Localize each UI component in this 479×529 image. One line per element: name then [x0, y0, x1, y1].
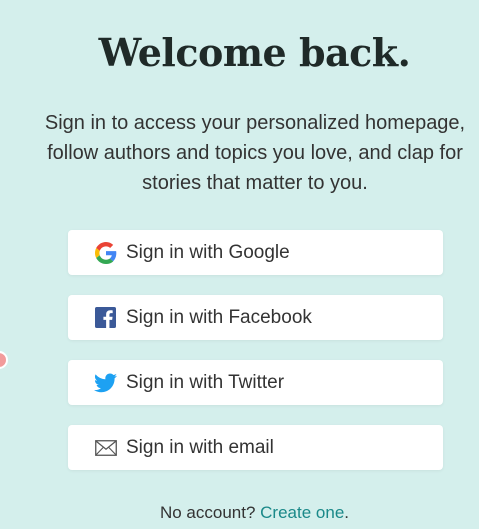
footer-period: . — [344, 503, 350, 522]
sign-in-google-label: Sign in with Google — [126, 242, 290, 263]
email-icon — [94, 436, 117, 459]
sign-in-twitter-label: Sign in with Twitter — [126, 372, 285, 393]
page-subtitle: Sign in to access your personalized home… — [44, 112, 466, 194]
sign-in-email-label: Sign in with email — [126, 437, 274, 458]
footer: No account? Create one. — [0, 503, 479, 523]
sign-in-facebook-label: Sign in with Facebook — [126, 307, 312, 328]
sign-in-email-button[interactable]: Sign in with email — [68, 425, 443, 470]
twitter-icon — [94, 371, 117, 394]
edge-badge — [0, 351, 8, 369]
sign-in-facebook-button[interactable]: Sign in with Facebook — [68, 295, 443, 340]
google-icon — [94, 241, 117, 264]
sign-in-google-button[interactable]: Sign in with Google — [68, 230, 443, 275]
sign-in-twitter-button[interactable]: Sign in with Twitter — [68, 360, 443, 405]
no-account-text: No account? — [159, 503, 261, 522]
create-account-link[interactable]: Create one — [260, 503, 344, 522]
facebook-icon — [94, 306, 117, 329]
page-title: Welcome back. — [98, 30, 411, 75]
